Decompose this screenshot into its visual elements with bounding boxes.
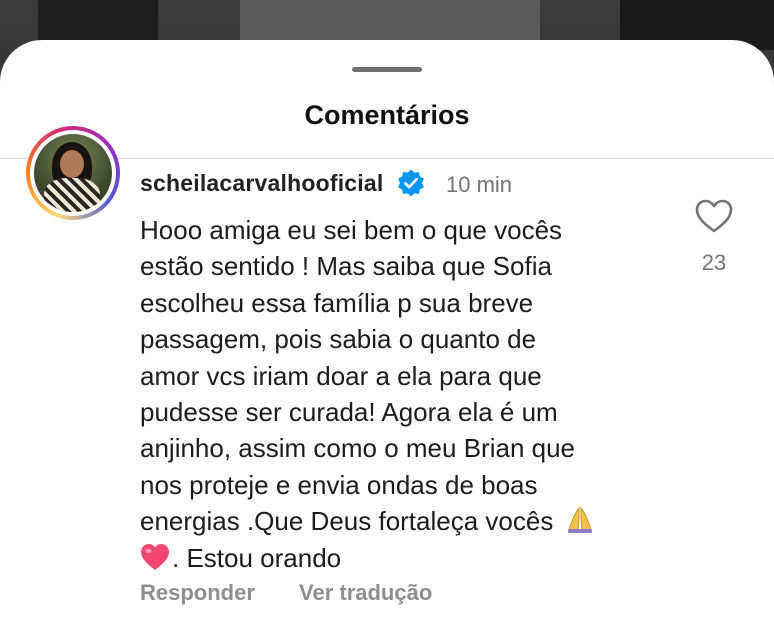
- comment-line: passagem, pois sabia o quanto de: [140, 324, 537, 355]
- comment-line: anjinho, assim como o meu Brian que: [140, 433, 576, 464]
- comment-line: pudesse ser curada! Agora ela é um: [140, 397, 558, 428]
- comment-text: Hooo amiga eu sei bem o que vocês estão …: [140, 212, 670, 576]
- verified-badge-icon: [398, 169, 424, 197]
- comment-line: Hooo amiga eu sei bem o que vocês: [140, 215, 563, 245]
- comment-line-text: . Estou orando: [172, 542, 342, 573]
- like-count: 23: [701, 250, 727, 275]
- comment-username[interactable]: scheilacarvalhooficial: [140, 170, 383, 197]
- sheet-drag-handle[interactable]: [352, 67, 422, 72]
- comment-line: . Estou orando: [140, 540, 670, 576]
- comment-line: nos proteje e envia ondas de boas: [140, 469, 538, 500]
- comment-line: estão sentido ! Mas saiba que Sofia: [140, 251, 552, 282]
- comment-line: escolheu essa família p sua breve: [140, 287, 534, 318]
- comment-line: amor vcs iriam doar a ela para que: [140, 360, 542, 391]
- translate-button[interactable]: Ver tradução: [299, 580, 432, 606]
- comment-timestamp: 10 min: [446, 172, 513, 197]
- comment-line-text: energias .Que Deus fortaleça vocês: [140, 506, 554, 537]
- heart-outline-icon[interactable]: [694, 198, 734, 234]
- praying-hands-icon: [567, 506, 592, 534]
- sheet-title: Comentários: [304, 100, 470, 130]
- comment-line: energias .Que Deus fortaleça vocês: [140, 503, 670, 539]
- reply-button[interactable]: Responder: [140, 580, 255, 606]
- avatar[interactable]: [26, 126, 120, 220]
- avatar-image: [34, 134, 112, 212]
- pink-heart-icon: [141, 543, 169, 570]
